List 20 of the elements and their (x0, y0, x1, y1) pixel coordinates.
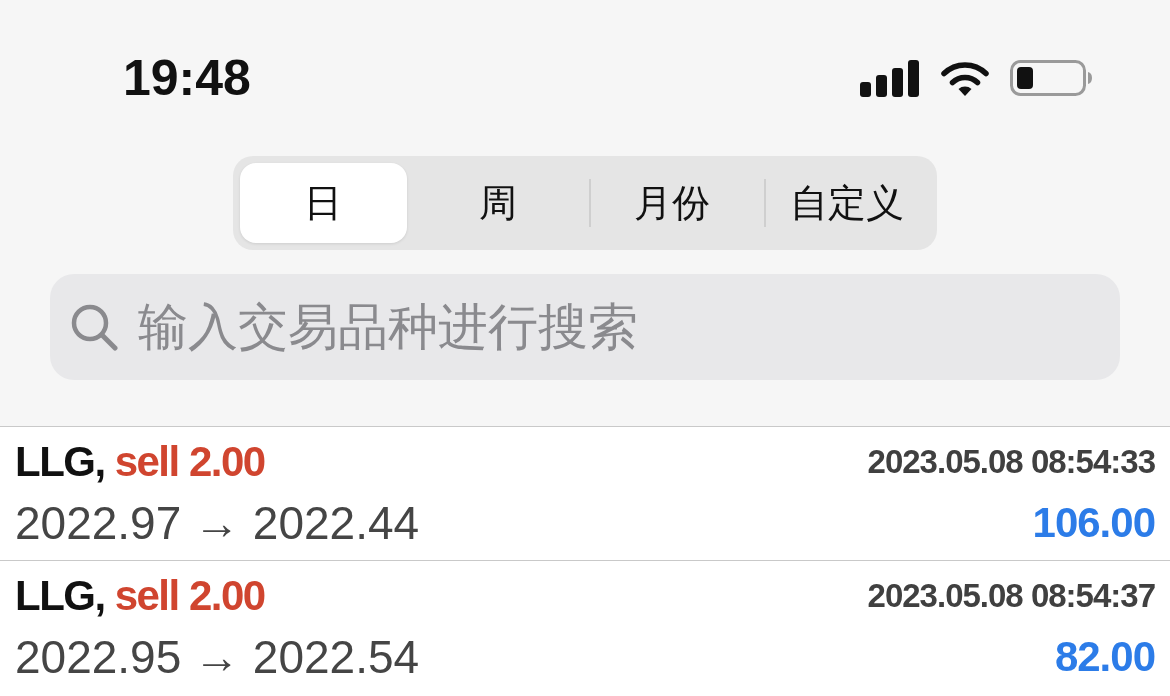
trade-time: 2023.05.08 08:54:33 (867, 443, 1155, 481)
period-tab[interactable]: 周 (414, 163, 581, 243)
trade-time: 2023.05.08 08:54:37 (867, 577, 1155, 615)
price-range: 2022.95 → 2022.54 (15, 631, 420, 683)
status-time: 19:48 (123, 53, 251, 103)
search-icon (70, 303, 118, 351)
period-tab[interactable]: 日 (240, 163, 407, 243)
battery-icon (1010, 60, 1092, 96)
signal-icon (860, 59, 920, 97)
period-tab[interactable]: 自定义 (763, 163, 930, 243)
profit-value: 82.00 (1054, 633, 1155, 681)
symbol-text: LLG, (15, 572, 105, 620)
symbol-text: LLG, (15, 438, 105, 486)
order-text: sell 2.00 (114, 572, 265, 620)
price-range: 2022.97 → 2022.44 (15, 497, 420, 549)
search-field[interactable]: 输入交易品种进行搜索 (50, 274, 1120, 380)
period-tab[interactable]: 月份 (589, 163, 756, 243)
profit-value: 106.00 (1032, 499, 1155, 547)
wifi-icon (940, 60, 990, 96)
order-text: sell 2.00 (114, 438, 265, 486)
